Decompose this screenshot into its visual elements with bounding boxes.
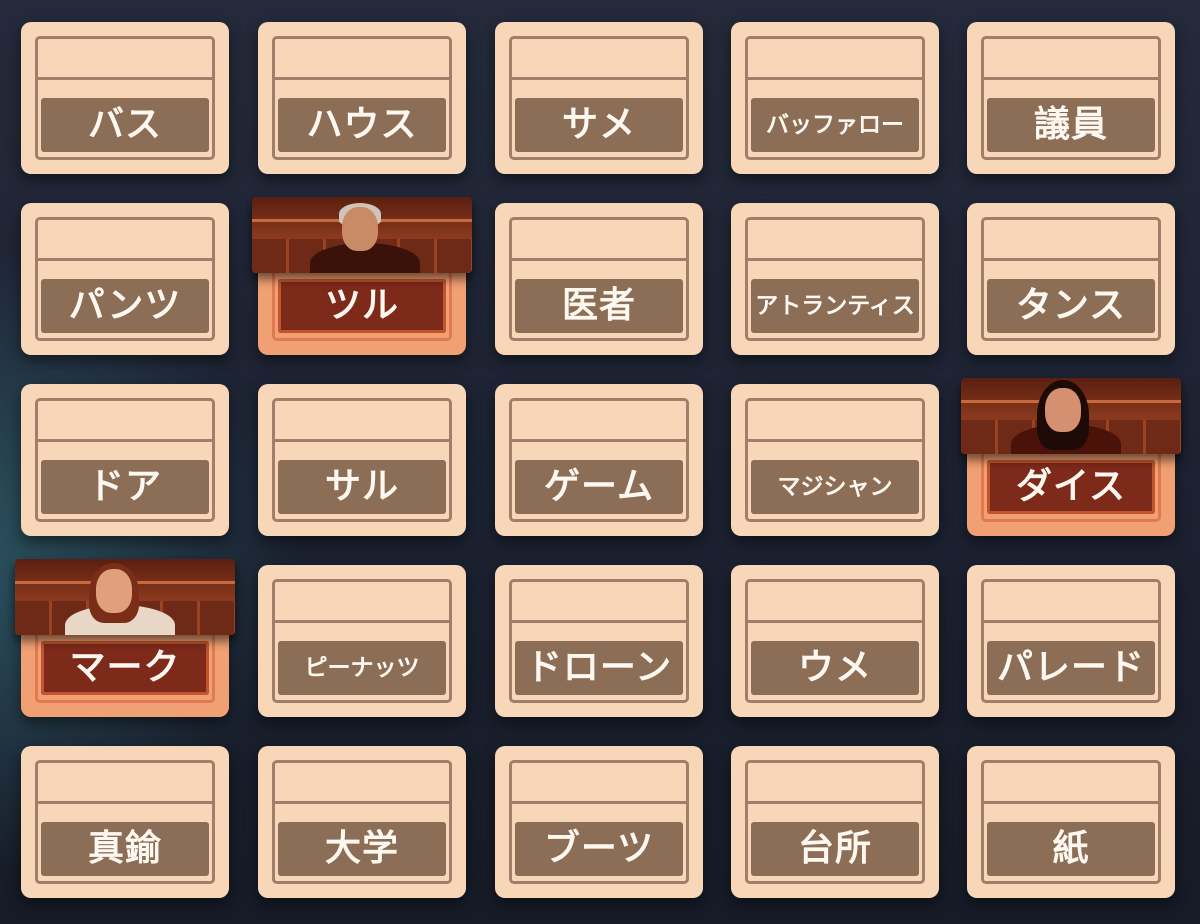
card-word: サメ xyxy=(561,104,636,145)
card-monkey[interactable]: サル xyxy=(258,384,466,536)
card-word: 議員 xyxy=(1033,104,1108,145)
card-word: アトランティス xyxy=(755,292,915,319)
agent-woman-dark-hair-portrait xyxy=(961,378,1181,454)
word-plate: マジシャン xyxy=(751,460,919,514)
word-plate: バッファロー xyxy=(751,98,919,152)
word-plate: 大学 xyxy=(278,822,446,876)
card-boots[interactable]: ブーツ xyxy=(495,746,703,898)
card-senator[interactable]: 議員 xyxy=(967,22,1175,174)
card-word: バッファロー xyxy=(766,111,904,138)
card-atlantis[interactable]: アトランティス xyxy=(731,203,939,355)
card-bus[interactable]: バス xyxy=(21,22,229,174)
card-word: マーク xyxy=(69,647,181,688)
card-mark-revealed[interactable]: マーク xyxy=(15,559,235,717)
card-word: バス xyxy=(87,104,162,145)
word-plate: ピーナッツ xyxy=(278,641,446,695)
card-peanuts[interactable]: ピーナッツ xyxy=(258,565,466,717)
word-plate: パレード xyxy=(987,641,1155,695)
word-plate: ドローン xyxy=(515,641,683,695)
card-word: 真鍮 xyxy=(87,828,162,869)
word-plate: ブーツ xyxy=(515,822,683,876)
word-plate: タンス xyxy=(987,279,1155,333)
agent-old-man-portrait xyxy=(252,197,472,273)
card-word: サル xyxy=(324,466,399,507)
card-kitchen[interactable]: 台所 xyxy=(731,746,939,898)
card-word: パレード xyxy=(996,647,1145,688)
word-plate: 紙 xyxy=(987,822,1155,876)
card-word: マジシャン xyxy=(777,473,893,500)
card-word: 紙 xyxy=(1052,828,1090,869)
card-dice-revealed[interactable]: ダイス xyxy=(961,378,1181,536)
card-word: 大学 xyxy=(324,828,399,869)
card-brass[interactable]: 真鍮 xyxy=(21,746,229,898)
card-word: ゲーム xyxy=(544,466,654,507)
card-word: タンス xyxy=(1015,285,1127,326)
card-university[interactable]: 大学 xyxy=(258,746,466,898)
word-board: バス ハウス サメ バッファロー 議員 パンツ ツル 医者 アトランティス タン… xyxy=(0,0,1200,924)
card-word: ブーツ xyxy=(543,828,655,869)
card-word: ハウス xyxy=(306,104,418,145)
card-word: ウメ xyxy=(797,647,872,688)
card-word: ドア xyxy=(87,466,162,507)
word-plate: 医者 xyxy=(515,279,683,333)
card-word: 医者 xyxy=(561,285,636,326)
card-paper[interactable]: 紙 xyxy=(967,746,1175,898)
card-word: ダイス xyxy=(1016,466,1126,507)
word-plate: ツル xyxy=(278,279,446,333)
word-plate: ゲーム xyxy=(515,460,683,514)
card-shark[interactable]: サメ xyxy=(495,22,703,174)
word-plate: ハウス xyxy=(278,98,446,152)
word-plate: サメ xyxy=(515,98,683,152)
word-plate: パンツ xyxy=(41,279,209,333)
card-pants[interactable]: パンツ xyxy=(21,203,229,355)
word-plate: バス xyxy=(41,98,209,152)
card-house[interactable]: ハウス xyxy=(258,22,466,174)
card-plum[interactable]: ウメ xyxy=(731,565,939,717)
word-plate: ウメ xyxy=(751,641,919,695)
card-word: ピーナッツ xyxy=(304,654,420,681)
card-game[interactable]: ゲーム xyxy=(495,384,703,536)
card-buffalo[interactable]: バッファロー xyxy=(731,22,939,174)
card-word: パンツ xyxy=(68,285,182,326)
word-plate: マーク xyxy=(41,641,209,695)
card-word: 台所 xyxy=(797,828,872,869)
word-plate: ドア xyxy=(41,460,209,514)
word-plate: サル xyxy=(278,460,446,514)
word-plate: アトランティス xyxy=(751,279,919,333)
card-doctor[interactable]: 医者 xyxy=(495,203,703,355)
card-drone[interactable]: ドローン xyxy=(495,565,703,717)
card-door[interactable]: ドア xyxy=(21,384,229,536)
card-dresser[interactable]: タンス xyxy=(967,203,1175,355)
card-word: ツル xyxy=(324,285,399,326)
agent-woman-glasses-portrait xyxy=(15,559,235,635)
word-plate: 真鍮 xyxy=(41,822,209,876)
card-word: ドローン xyxy=(525,647,673,688)
word-plate: ダイス xyxy=(987,460,1155,514)
word-plate: 議員 xyxy=(987,98,1155,152)
word-plate: 台所 xyxy=(751,822,919,876)
card-magician[interactable]: マジシャン xyxy=(731,384,939,536)
card-parade[interactable]: パレード xyxy=(967,565,1175,717)
card-crane-revealed[interactable]: ツル xyxy=(252,197,472,355)
